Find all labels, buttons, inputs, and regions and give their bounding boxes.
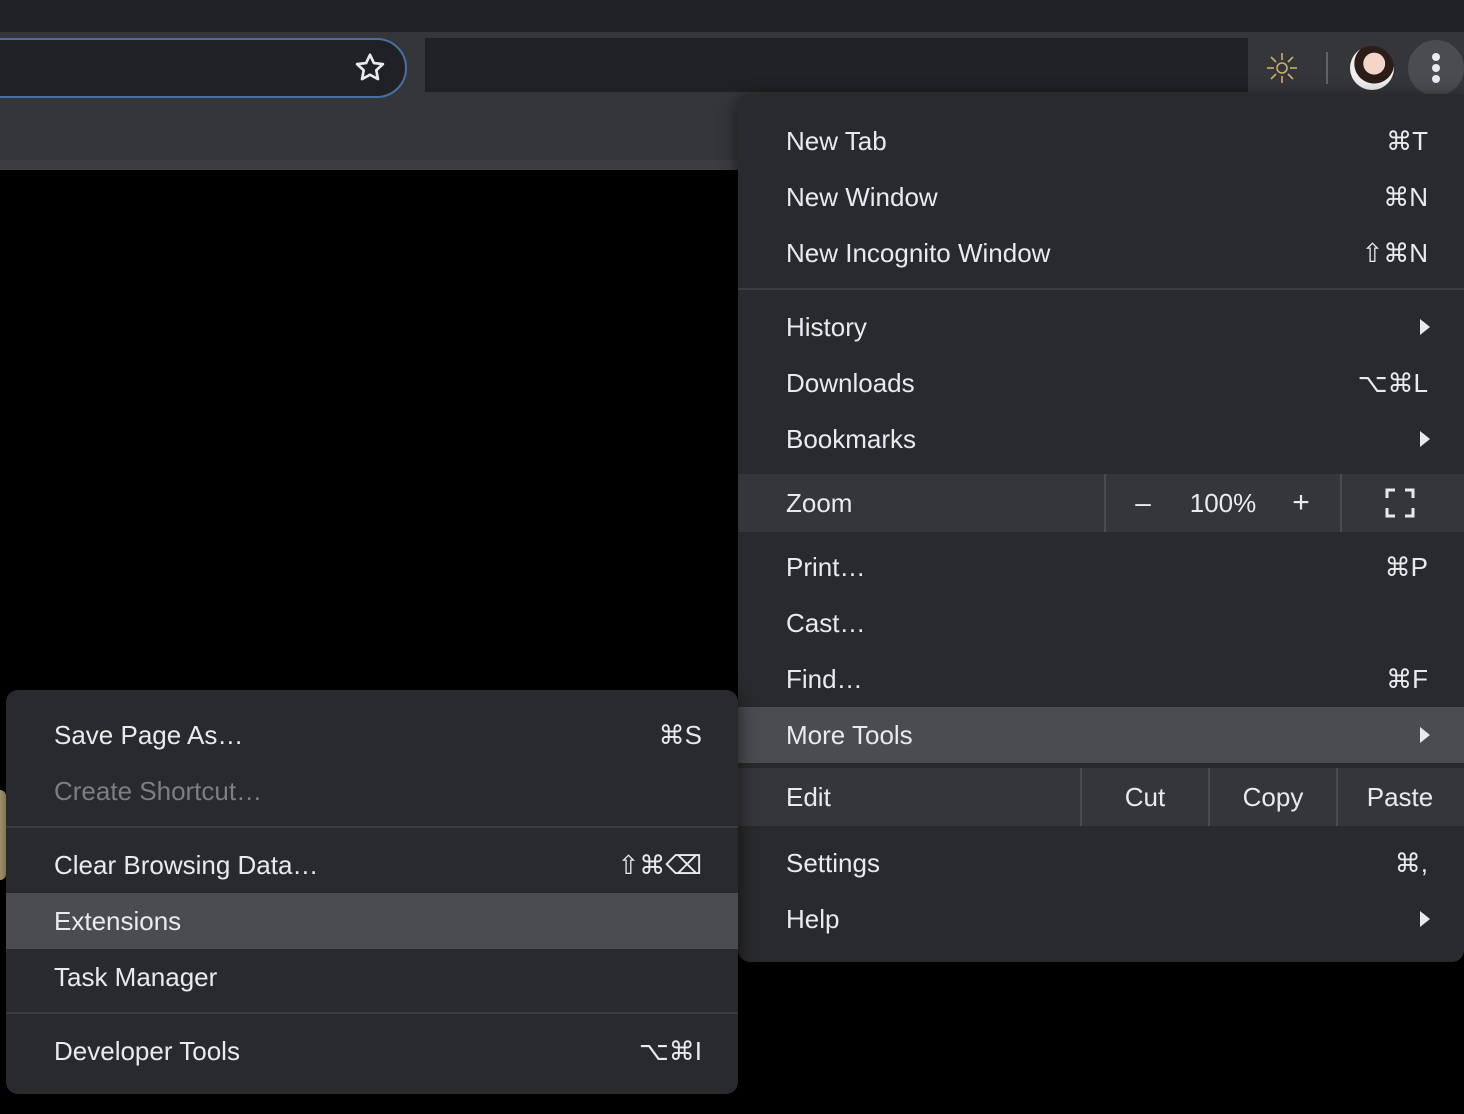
menu-item-label: Cast… [786, 608, 866, 638]
submenu-item-shortcut: ⌥⌘I [638, 1036, 702, 1066]
menu-item-label: New Tab [786, 126, 887, 156]
menu-item-downloads[interactable]: Downloads ⌥⌘L [738, 355, 1464, 411]
submenu-item-developer-tools[interactable]: Developer Tools ⌥⌘I [6, 1023, 738, 1079]
menu-item-new-incognito-window[interactable]: New Incognito Window ⇧⌘N [738, 225, 1464, 281]
menu-item-label: New Window [786, 182, 938, 212]
star-icon[interactable] [352, 50, 388, 86]
chevron-right-icon [1420, 911, 1430, 927]
menu-item-shortcut: ⌘N [1383, 182, 1428, 212]
menu-item-label: Find… [786, 664, 863, 694]
copy-button[interactable]: Copy [1210, 768, 1336, 826]
submenu-item-label: Clear Browsing Data… [54, 850, 319, 880]
zoom-out-button[interactable]: – [1128, 484, 1158, 522]
menu-item-bookmarks[interactable]: Bookmarks [738, 411, 1464, 467]
zoom-value: 100% [1189, 488, 1257, 518]
zoom-label: Zoom [786, 488, 853, 518]
chrome-menu: New Tab ⌘T New Window ⌘N New Incognito W… [738, 94, 1464, 962]
menu-item-help[interactable]: Help [738, 891, 1464, 947]
submenu-divider [6, 826, 738, 828]
fullscreen-icon[interactable] [1384, 487, 1416, 519]
zoom-divider [1340, 474, 1342, 532]
submenu-item-label: Task Manager [54, 962, 218, 992]
submenu-item-shortcut: ⇧⌘⌫ [617, 850, 702, 880]
zoom-in-button[interactable]: + [1286, 484, 1316, 522]
edit-row: Edit Cut Copy Paste [738, 768, 1464, 826]
sun-icon[interactable] [1264, 50, 1300, 86]
submenu-item-label: Create Shortcut… [54, 776, 263, 806]
menu-item-label: New Incognito Window [786, 238, 1051, 268]
menu-divider [738, 288, 1464, 290]
menu-item-history[interactable]: History [738, 299, 1464, 355]
menu-item-find[interactable]: Find… ⌘F [738, 651, 1464, 707]
address-bar[interactable] [0, 38, 407, 98]
menu-item-shortcut: ⇧⌘N [1361, 238, 1428, 268]
menu-item-more-tools[interactable]: More Tools [738, 707, 1464, 763]
menu-item-shortcut: ⌥⌘L [1357, 368, 1428, 398]
menu-item-label: More Tools [786, 720, 913, 750]
submenu-item-label: Extensions [54, 906, 182, 936]
submenu-item-create-shortcut: Create Shortcut… [6, 763, 738, 819]
submenu-divider [6, 1012, 738, 1014]
avatar[interactable] [1350, 46, 1394, 90]
menu-item-label: Settings [786, 848, 880, 878]
menu-item-print[interactable]: Print… ⌘P [738, 539, 1464, 595]
menu-item-shortcut: ⌘, [1394, 848, 1428, 878]
cut-button[interactable]: Cut [1082, 768, 1208, 826]
submenu-item-label: Developer Tools [54, 1036, 240, 1066]
edit-label: Edit [786, 782, 831, 812]
zoom-row: Zoom – 100% + [738, 474, 1464, 532]
menu-item-cast[interactable]: Cast… [738, 595, 1464, 651]
submenu-item-clear-browsing-data[interactable]: Clear Browsing Data… ⇧⌘⌫ [6, 837, 738, 893]
kebab-menu-icon[interactable] [1408, 40, 1464, 96]
menu-item-label: Print… [786, 552, 866, 582]
menu-item-label: History [786, 312, 867, 342]
chevron-right-icon [1420, 319, 1430, 335]
submenu-item-task-manager[interactable]: Task Manager [6, 949, 738, 1005]
toolbar-separator [1326, 52, 1328, 84]
tab-strip [0, 0, 1464, 32]
submenu-item-shortcut: ⌘S [658, 720, 702, 750]
more-tools-submenu: Save Page As… ⌘S Create Shortcut… Clear … [6, 690, 738, 1094]
submenu-item-save-page-as[interactable]: Save Page As… ⌘S [6, 707, 738, 763]
menu-item-shortcut: ⌘T [1386, 126, 1428, 156]
menu-item-shortcut: ⌘P [1384, 552, 1428, 582]
menu-item-new-window[interactable]: New Window ⌘N [738, 169, 1464, 225]
submenu-item-label: Save Page As… [54, 720, 244, 750]
toolbar-spacer [425, 38, 1248, 92]
submenu-item-extensions[interactable]: Extensions [6, 893, 738, 949]
paste-button[interactable]: Paste [1338, 768, 1462, 826]
menu-item-label: Bookmarks [786, 424, 917, 454]
menu-item-new-tab[interactable]: New Tab ⌘T [738, 113, 1464, 169]
menu-item-label: Help [786, 904, 840, 934]
chevron-right-icon [1420, 431, 1430, 447]
menu-item-label: Downloads [786, 368, 915, 398]
zoom-divider [1104, 474, 1106, 532]
chevron-right-icon [1420, 727, 1430, 743]
menu-item-settings[interactable]: Settings ⌘, [738, 835, 1464, 891]
menu-item-shortcut: ⌘F [1386, 664, 1428, 694]
